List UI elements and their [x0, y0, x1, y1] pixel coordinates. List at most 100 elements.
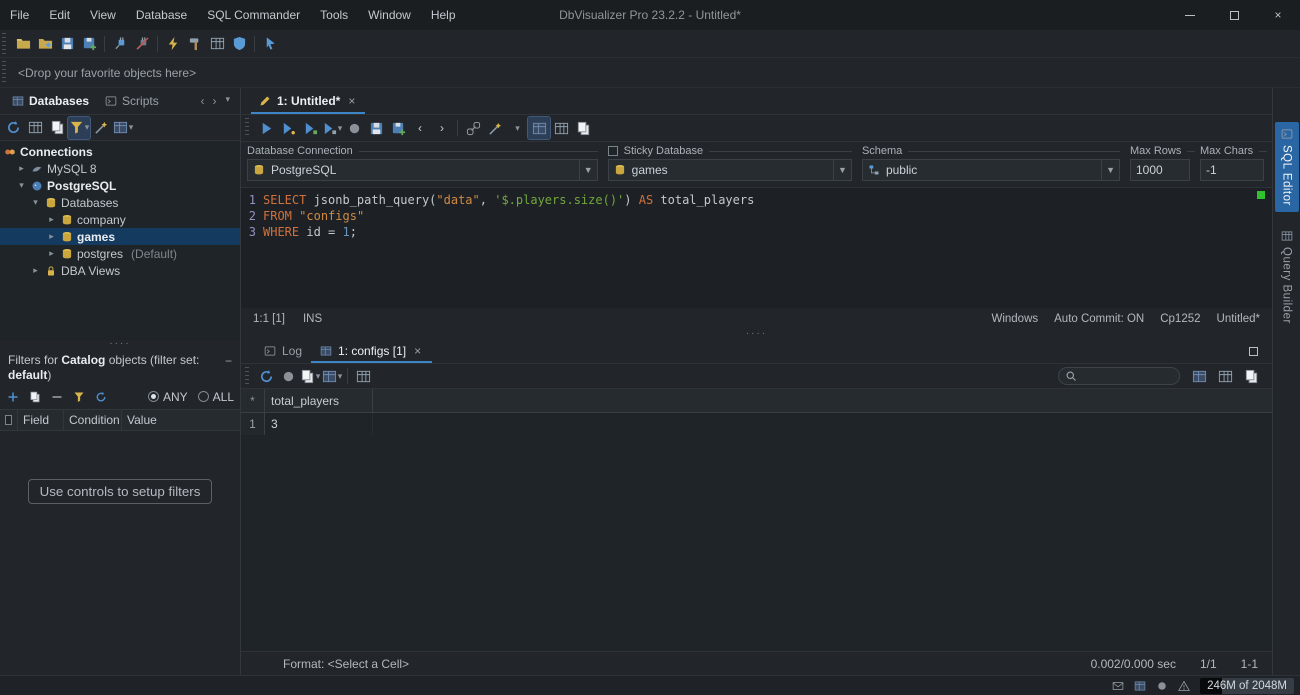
tree-item-games[interactable]: ▸ games	[0, 228, 240, 245]
tab-result-configs[interactable]: 1: configs [1] ×	[311, 339, 432, 363]
save-button[interactable]	[56, 33, 78, 55]
mail-icon[interactable]	[1112, 680, 1124, 692]
grid-mode-button[interactable]	[1188, 365, 1210, 387]
security-button[interactable]	[228, 33, 250, 55]
save-sql-button[interactable]	[365, 117, 387, 139]
pointer-mode-button[interactable]	[259, 33, 281, 55]
maximize-panel-icon[interactable]	[1249, 347, 1258, 356]
minimize-button[interactable]	[1168, 0, 1212, 30]
radio-any[interactable]: ANY	[148, 390, 188, 404]
edit-filter-button[interactable]	[68, 386, 90, 408]
results-splitter[interactable]: ····	[241, 330, 1272, 339]
collapse-icon[interactable]: ▾	[30, 197, 41, 208]
sql-commander-button[interactable]	[162, 33, 184, 55]
editor-tab-untitled[interactable]: 1: Untitled* ×	[251, 88, 365, 114]
tree-options-button[interactable]: ▾	[112, 117, 134, 139]
chevron-down-icon[interactable]: ▼	[579, 160, 597, 180]
menu-window[interactable]: Window	[358, 0, 421, 30]
table-data-button[interactable]	[206, 33, 228, 55]
close-tab-icon[interactable]: ×	[412, 344, 423, 358]
close-button[interactable]: ×	[1256, 0, 1300, 30]
column-condition[interactable]: Condition	[64, 410, 122, 430]
expand-icon[interactable]: ▸	[46, 248, 57, 259]
grid-toolbar-grip[interactable]	[245, 367, 249, 385]
reload-result-button[interactable]	[255, 365, 277, 387]
toolbar-grip[interactable]	[2, 33, 6, 54]
text-mode-button[interactable]	[1214, 365, 1236, 387]
auto-commit-status[interactable]: Auto Commit: ON	[1054, 313, 1144, 325]
checkbox-icon[interactable]	[5, 415, 12, 425]
favorites-bar[interactable]: <Drop your favorite objects here>	[0, 58, 1300, 88]
column-header-total-players[interactable]: total_players	[265, 389, 373, 412]
apply-filter-button[interactable]	[90, 386, 112, 408]
panel-splitter[interactable]: ····	[0, 340, 240, 350]
menu-tools[interactable]: Tools	[310, 0, 358, 30]
connect-button[interactable]	[109, 33, 131, 55]
show-result-grid-button[interactable]	[528, 117, 550, 139]
menu-view[interactable]: View	[80, 0, 126, 30]
collapse-icon[interactable]: ▾	[16, 180, 27, 191]
database-status-icon[interactable]	[1134, 680, 1146, 692]
tree-item-postgres[interactable]: ▸ postgres (Default)	[0, 245, 240, 262]
favorites-grip[interactable]	[2, 61, 6, 84]
execute-buffer-button[interactable]	[299, 117, 321, 139]
menu-file[interactable]: File	[0, 0, 39, 30]
save-sql-as-button[interactable]	[387, 117, 409, 139]
schema-combo[interactable]: public ▼	[862, 159, 1120, 181]
disconnect-button[interactable]	[131, 33, 153, 55]
status-dot-icon[interactable]	[1156, 680, 1168, 692]
grid-corner-cell[interactable]: *	[241, 389, 265, 412]
menu-sql-commander[interactable]: SQL Commander	[197, 0, 310, 30]
cell-total-players[interactable]: 3	[265, 413, 373, 435]
menu-help[interactable]: Help	[421, 0, 466, 30]
new-bookmark-button[interactable]	[34, 33, 56, 55]
expand-icon[interactable]: ▸	[16, 163, 27, 174]
warning-icon[interactable]	[1178, 680, 1190, 692]
tab-list-icon[interactable]: ▾	[225, 94, 230, 108]
column-field[interactable]: Field	[18, 410, 64, 430]
form-mode-button[interactable]	[1240, 365, 1262, 387]
expand-icon[interactable]: ▸	[30, 265, 41, 276]
scroll-tabs-right-icon[interactable]: ›	[212, 94, 216, 108]
grid-view-button[interactable]: ▾	[321, 365, 343, 387]
close-tab-icon[interactable]: ×	[346, 94, 357, 108]
execute-current-button[interactable]	[277, 117, 299, 139]
setup-filters-button[interactable]: Use controls to setup filters	[28, 479, 213, 504]
stop-load-button[interactable]	[277, 365, 299, 387]
open-file-button[interactable]	[12, 33, 34, 55]
tab-log[interactable]: Log	[255, 339, 311, 363]
rail-tab-query-builder[interactable]: Query Builder	[1275, 224, 1299, 330]
maximize-button[interactable]	[1212, 0, 1256, 30]
connection-combo[interactable]: PostgreSQL ▼	[247, 159, 598, 181]
encoding-status[interactable]: Cp1252	[1160, 313, 1200, 325]
max-rows-input[interactable]	[1136, 163, 1189, 177]
collapse-filters-icon[interactable]: −	[225, 354, 232, 369]
menu-database[interactable]: Database	[126, 0, 197, 30]
memory-usage[interactable]: 246M of 2048M	[1200, 678, 1294, 694]
grid-search-input[interactable]	[1081, 370, 1173, 382]
row-number-cell[interactable]: 1	[241, 413, 265, 435]
tab-databases[interactable]: Databases	[4, 88, 97, 114]
max-chars-input[interactable]	[1206, 163, 1263, 177]
export-result-button[interactable]	[352, 365, 374, 387]
grid-search[interactable]	[1058, 367, 1180, 385]
add-filter-button[interactable]	[2, 386, 24, 408]
filter-objects-button[interactable]: ▾	[68, 117, 90, 139]
collapse-all-button[interactable]	[90, 117, 112, 139]
copy-object-button[interactable]	[46, 117, 68, 139]
result-window-button[interactable]	[572, 117, 594, 139]
tree-item-dba-views[interactable]: ▸ DBA Views	[0, 262, 240, 279]
filter-enable-column[interactable]	[0, 410, 18, 430]
objects-view-button[interactable]	[24, 117, 46, 139]
copy-filter-button[interactable]	[24, 386, 46, 408]
tree-item-company[interactable]: ▸ company	[0, 211, 240, 228]
remove-filter-button[interactable]	[46, 386, 68, 408]
copy-result-button[interactable]: ▾	[299, 365, 321, 387]
sticky-database-checkbox[interactable]	[608, 146, 618, 156]
sql-toolbar-grip[interactable]	[245, 118, 249, 138]
scroll-tabs-left-icon[interactable]: ‹	[200, 94, 204, 108]
format-sql-button[interactable]	[484, 117, 506, 139]
history-back-button[interactable]: ‹	[409, 117, 431, 139]
save-as-button[interactable]	[78, 33, 100, 55]
history-forward-button[interactable]: ›	[431, 117, 453, 139]
